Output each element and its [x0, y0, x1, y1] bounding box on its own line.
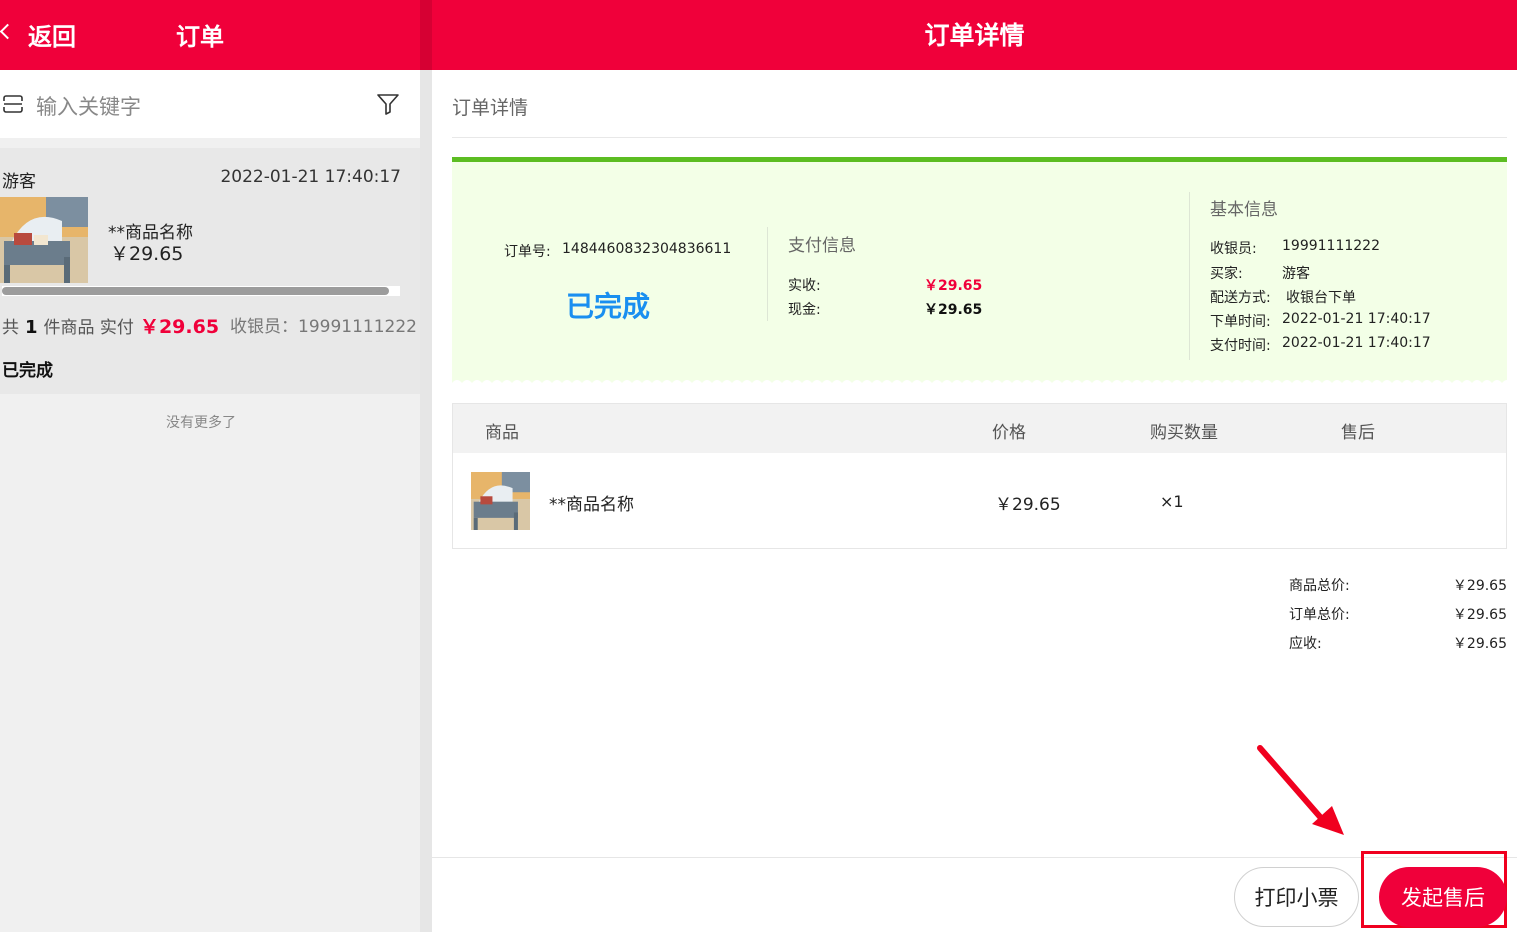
basic-info-value: 游客 [1282, 266, 1310, 282]
basic-info-value: 2022-01-21 17:40:17 [1282, 335, 1431, 351]
basic-info-label: 配送方式: [1210, 290, 1271, 306]
chevron-left-icon[interactable] [0, 23, 16, 40]
goods-quantity: ×1 [1160, 492, 1184, 511]
goods-name: **商品名称 [549, 495, 634, 515]
search-input[interactable]: 输入关键字 [36, 91, 141, 121]
right-header: 订单详情 [432, 0, 1517, 70]
panel-divider [420, 0, 432, 932]
order-number-label: 订单号: [504, 244, 551, 260]
received-value: ￥29.65 [924, 278, 983, 294]
total-label: 商品总价: [1289, 578, 1350, 594]
basic-info-row: 配送方式: 收银台下单 [1210, 287, 1356, 307]
divider [767, 227, 768, 321]
product-thumbnail [0, 197, 88, 283]
search-bar: 输入关键字 [0, 70, 420, 138]
goods-price: ￥29.65 [995, 495, 1061, 515]
product-price: ￥29.65 [110, 243, 184, 265]
total-row: 应收: ￥29.65 [1289, 633, 1507, 653]
total-row: 商品总价: ￥29.65 [1289, 575, 1507, 595]
filter-icon[interactable] [376, 93, 400, 115]
item-count: 1 [25, 317, 38, 338]
annotation-arrow-icon [1257, 745, 1344, 835]
goods-table: 商品 价格 购买数量 售后 **商品名称 ￥29.65 ×1 [452, 403, 1507, 549]
total-value: ￥29.65 [1452, 636, 1507, 652]
product-thumbnail [471, 472, 530, 530]
basic-info-label: 支付时间: [1210, 338, 1271, 354]
summary-prefix: 共 [2, 318, 19, 338]
order-time: 2022-01-21 17:40:17 [220, 167, 401, 187]
order-list-item[interactable]: 游客 2022-01-21 17:40:17 **商品名称 ￥29.65 共1件… [0, 148, 420, 394]
horizontal-scrollbar-thumb[interactable] [2, 287, 389, 295]
divider [1189, 192, 1190, 360]
column-header: 购买数量 [1150, 423, 1218, 443]
total-value: ￥29.65 [1452, 578, 1507, 594]
divider [452, 137, 1507, 138]
order-status-large: 已完成 [566, 290, 651, 323]
orders-title: 订单 [176, 23, 224, 51]
order-number: 1484460832304836611 [562, 241, 732, 257]
basic-info-row: 买家: 游客 [1210, 263, 1310, 283]
paid-amount: ￥29.65 [139, 316, 220, 338]
column-header: 商品 [485, 423, 519, 443]
back-label[interactable]: 返回 [28, 17, 76, 52]
basic-info-value: 收银台下单 [1286, 290, 1356, 306]
order-status-card: 订单号: 1484460832304836611 已完成 支付信息 实收: ￥2… [452, 157, 1507, 389]
basic-info-value: 2022-01-21 17:40:17 [1282, 311, 1431, 327]
payment-info-title: 支付信息 [788, 236, 856, 256]
order-list-panel: 输入关键字 游客 2022-01-21 17:40:17 **商品名称 ￥29.… [0, 70, 420, 932]
received-label: 实收: [788, 278, 821, 294]
column-header: 售后 [1341, 423, 1375, 443]
wavy-edge [452, 380, 1507, 389]
total-row: 订单总价: ￥29.65 [1289, 604, 1507, 624]
order-buyer: 游客 [2, 172, 36, 192]
cash-value: ￥29.65 [924, 302, 983, 318]
total-value: ￥29.65 [1452, 607, 1507, 623]
order-cashier: 收银员：19991111222 [230, 317, 417, 337]
section-title: 订单详情 [452, 97, 529, 119]
print-receipt-button[interactable]: 打印小票 [1234, 867, 1359, 927]
page-title: 订单详情 [924, 21, 1025, 50]
table-header: 商品 价格 购买数量 售后 [453, 404, 1506, 453]
basic-info-title: 基本信息 [1210, 200, 1278, 220]
divider [432, 857, 1517, 858]
basic-info-row: 收银员: 19991111222 [1210, 238, 1380, 258]
basic-info-row: 下单时间: 2022-01-21 17:40:17 [1210, 311, 1431, 331]
basic-info-label: 下单时间: [1210, 314, 1271, 330]
left-header: 返回 订单 [0, 0, 420, 70]
total-label: 订单总价: [1289, 607, 1350, 623]
cash-label: 现金: [788, 302, 821, 318]
basic-info-row: 支付时间: 2022-01-21 17:40:17 [1210, 335, 1431, 355]
order-summary: 共 1 件商品 实付 ￥29.65 [2, 312, 219, 339]
basic-info-label: 买家: [1210, 266, 1243, 282]
column-header: 价格 [992, 423, 1026, 443]
scan-icon[interactable] [3, 95, 23, 113]
summary-mid: 件商品 实付 [43, 318, 134, 338]
basic-info-value: 19991111222 [1282, 238, 1380, 254]
total-label: 应收: [1289, 636, 1322, 652]
after-sale-button[interactable]: 发起售后 [1379, 867, 1507, 927]
no-more-text: 没有更多了 [166, 415, 236, 431]
basic-info-label: 收银员: [1210, 241, 1257, 257]
order-detail-panel: 订单详情 订单号: 1484460832304836611 已完成 支付信息 实… [432, 70, 1517, 932]
order-status: 已完成 [2, 361, 53, 381]
